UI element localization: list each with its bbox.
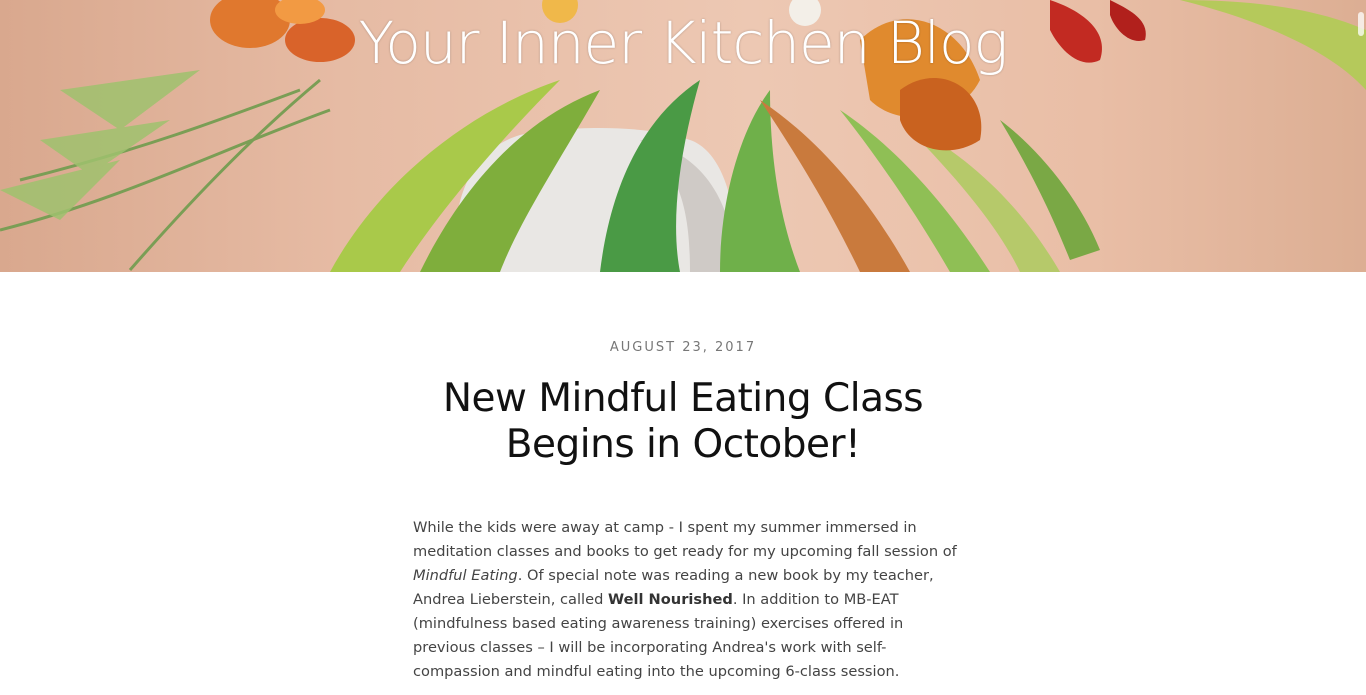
header-banner: Your Inner Kitchen Blog bbox=[0, 0, 1366, 272]
blog-page: Your Inner Kitchen Blog AUGUST 23, 2017 … bbox=[0, 0, 1366, 695]
scrollbar-thumb[interactable] bbox=[1358, 12, 1364, 36]
post-body-text: While the kids were away at camp - I spe… bbox=[413, 519, 957, 560]
post-body: While the kids were away at camp - I spe… bbox=[413, 516, 958, 684]
fern-left bbox=[0, 78, 331, 271]
post-date[interactable]: AUGUST 23, 2017 bbox=[0, 340, 1366, 355]
emphasis-text: Mindful Eating bbox=[413, 567, 518, 584]
site-title[interactable]: Your Inner Kitchen Blog bbox=[0, 8, 1366, 78]
book-title: Well Nourished bbox=[608, 591, 733, 608]
post-title[interactable]: New Mindful Eating Class Begins in Octob… bbox=[383, 376, 983, 468]
